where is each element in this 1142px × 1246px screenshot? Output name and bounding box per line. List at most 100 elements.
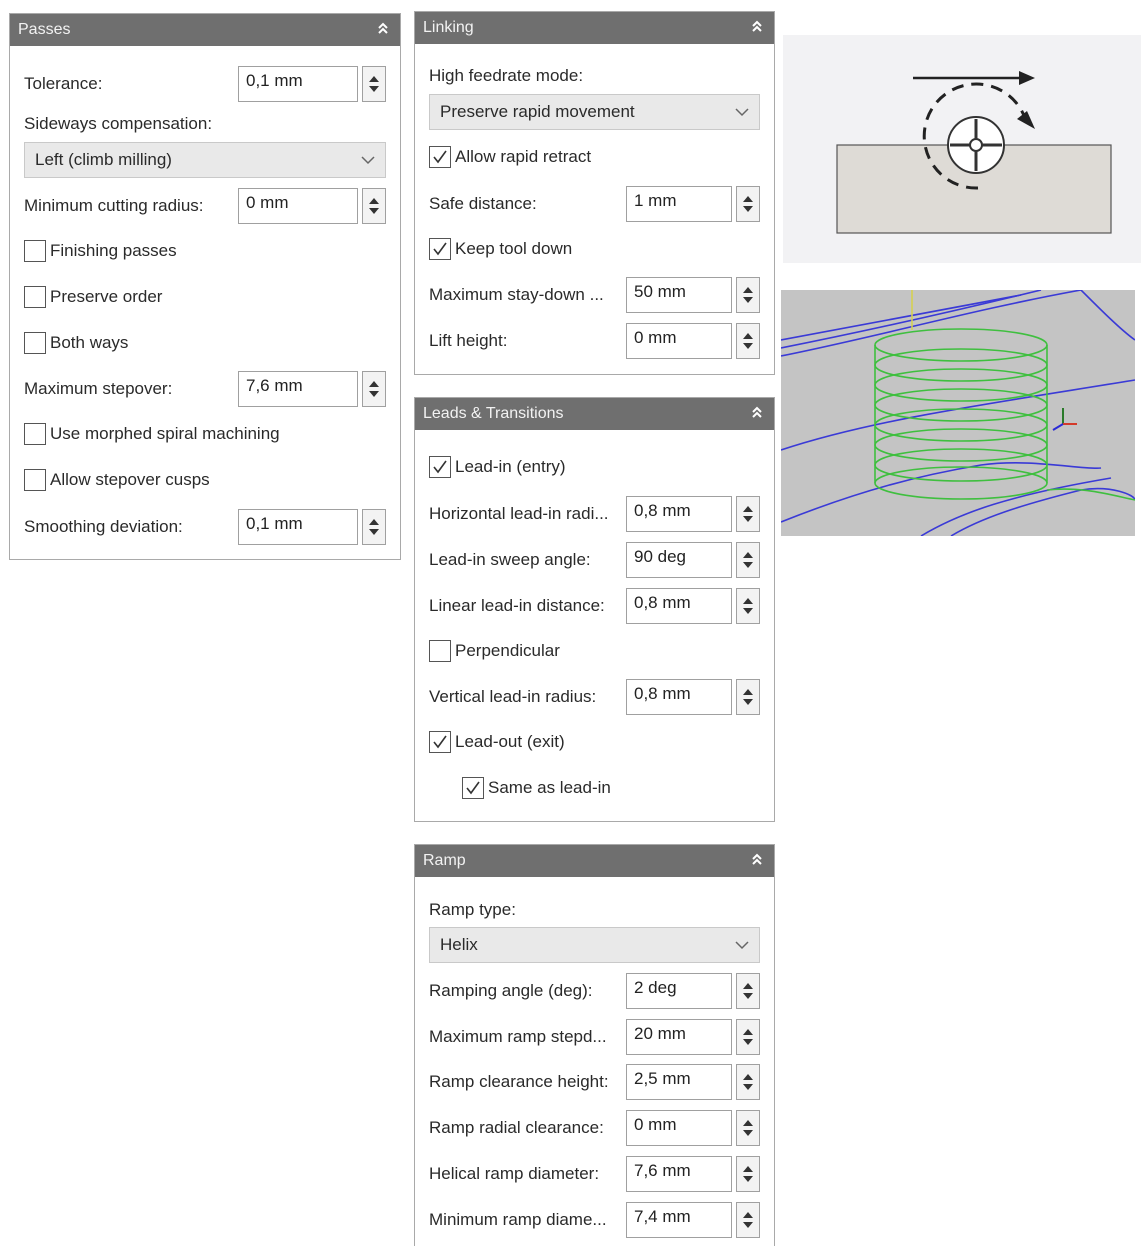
double-chevron-up-icon[interactable]	[750, 12, 764, 44]
perpendicular-checkbox[interactable]	[429, 640, 451, 662]
high-feedrate-row: Preserve rapid movement	[429, 94, 760, 130]
sweep-angle-input[interactable]: 90 deg	[626, 542, 732, 578]
double-chevron-up-icon[interactable]	[750, 398, 764, 430]
high-feedrate-value: Preserve rapid movement	[440, 102, 635, 121]
min-diameter-spin-arrows-icon[interactable]	[736, 1202, 760, 1238]
leads-transitions-panel-header[interactable]: Leads & Transitions	[415, 398, 774, 430]
lead-in-row[interactable]: Lead-in (entry)	[429, 450, 760, 486]
passes-panel-header[interactable]: Passes	[10, 14, 400, 46]
ramp-type-row: Helix	[429, 927, 760, 963]
lead-out-label: Lead-out (exit)	[455, 732, 565, 751]
allow-rapid-retract-label: Allow rapid retract	[455, 147, 592, 166]
keep-tool-down-row[interactable]: Keep tool down	[429, 232, 760, 268]
helical-diameter-input[interactable]: 7,6 mm	[626, 1156, 732, 1192]
clearance-height-spin-arrows-icon[interactable]	[736, 1064, 760, 1100]
keep-tool-down-checkbox[interactable]	[429, 238, 451, 260]
both-ways-checkbox[interactable]	[24, 332, 46, 354]
same-as-lead-in-row[interactable]: Same as lead-in	[462, 771, 760, 807]
same-as-lead-in-checkbox[interactable]	[462, 777, 484, 799]
vertical-radius-spin-arrows-icon[interactable]	[736, 679, 760, 715]
checkmark-icon	[433, 150, 447, 164]
safe-distance-spin-arrows-icon[interactable]	[736, 186, 760, 222]
perpendicular-label: Perpendicular	[455, 641, 560, 660]
smoothing-label: Smoothing deviation:	[24, 517, 183, 536]
morphed-spiral-checkbox[interactable]	[24, 423, 46, 445]
vertical-radius-input[interactable]: 0,8 mm	[626, 679, 732, 715]
max-stepdown-spin-arrows-icon[interactable]	[736, 1019, 760, 1055]
finishing-passes-checkbox[interactable]	[24, 240, 46, 262]
min-cutting-radius-row: Minimum cutting radius: 0 mm	[24, 188, 386, 224]
helical-diameter-spin-arrows-icon[interactable]	[736, 1156, 760, 1192]
clearance-height-label: Ramp clearance height:	[429, 1072, 609, 1091]
ramp-panel-header[interactable]: Ramp	[415, 845, 774, 877]
passes-panel-title: Passes	[18, 21, 71, 38]
horizontal-radius-spin-arrows-icon[interactable]	[736, 496, 760, 532]
lift-height-spin-arrows-icon[interactable]	[736, 323, 760, 359]
stepover-cusps-row[interactable]: Allow stepover cusps	[24, 463, 386, 499]
radial-clearance-spin-arrows-icon[interactable]	[736, 1110, 760, 1146]
safe-distance-input[interactable]: 1 mm	[626, 186, 732, 222]
allow-rapid-retract-row[interactable]: Allow rapid retract	[429, 140, 760, 176]
high-feedrate-label-row: High feedrate mode:	[429, 66, 760, 90]
max-stay-down-input[interactable]: 50 mm	[626, 277, 732, 313]
ramping-angle-input[interactable]: 2 deg	[626, 973, 732, 1009]
high-feedrate-select[interactable]: Preserve rapid movement	[429, 94, 760, 130]
double-chevron-up-icon[interactable]	[376, 14, 390, 46]
tolerance-input[interactable]: 0,1 mm	[238, 66, 358, 102]
same-as-lead-in-label: Same as lead-in	[488, 778, 611, 797]
lead-out-checkbox[interactable]	[429, 731, 451, 753]
both-ways-label: Both ways	[50, 333, 129, 352]
ramp-panel-title: Ramp	[423, 852, 466, 869]
smoothing-input[interactable]: 0,1 mm	[238, 509, 358, 545]
clearance-height-input[interactable]: 2,5 mm	[626, 1064, 732, 1100]
max-stepdown-input[interactable]: 20 mm	[626, 1019, 732, 1055]
linking-panel-header[interactable]: Linking	[415, 12, 774, 44]
radial-clearance-input[interactable]: 0 mm	[626, 1110, 732, 1146]
sideways-compensation-value: Left (climb milling)	[35, 150, 172, 169]
tolerance-spin-arrows-icon[interactable]	[362, 66, 386, 102]
stepover-cusps-checkbox[interactable]	[24, 469, 46, 491]
ramp-type-select[interactable]: Helix	[429, 927, 760, 963]
safe-distance-row: Safe distance: 1 mm	[429, 186, 760, 222]
lead-in-checkbox[interactable]	[429, 456, 451, 478]
lift-height-label: Lift height:	[429, 331, 508, 350]
ramping-angle-spin-arrows-icon[interactable]	[736, 973, 760, 1009]
finishing-passes-row[interactable]: Finishing passes	[24, 234, 386, 270]
linear-distance-input[interactable]: 0,8 mm	[626, 588, 732, 624]
max-stepdown-label: Maximum ramp stepd...	[429, 1027, 607, 1046]
min-cutting-radius-spin-arrows-icon[interactable]	[362, 188, 386, 224]
max-stepover-row: Maximum stepover: 7,6 mm	[24, 371, 386, 407]
leads-transitions-panel-title: Leads & Transitions	[423, 405, 564, 422]
linear-distance-row: Linear lead-in distance: 0,8 mm	[429, 588, 760, 624]
ramp-type-label-row: Ramp type:	[429, 900, 760, 924]
preserve-order-checkbox[interactable]	[24, 286, 46, 308]
helix-ramp-viewport	[781, 290, 1135, 536]
max-stepover-input[interactable]: 7,6 mm	[238, 371, 358, 407]
min-cutting-radius-input[interactable]: 0 mm	[238, 188, 358, 224]
helical-diameter-label: Helical ramp diameter:	[429, 1164, 600, 1183]
max-stepover-spin-arrows-icon[interactable]	[362, 371, 386, 407]
ramp-type-label: Ramp type:	[429, 900, 516, 919]
min-diameter-input[interactable]: 7,4 mm	[626, 1202, 732, 1238]
linking-panel-title: Linking	[423, 19, 474, 36]
allow-rapid-retract-checkbox[interactable]	[429, 146, 451, 168]
sweep-angle-spin-arrows-icon[interactable]	[736, 542, 760, 578]
max-stay-down-spin-arrows-icon[interactable]	[736, 277, 760, 313]
smoothing-row: Smoothing deviation: 0,1 mm	[24, 509, 386, 545]
horizontal-radius-input[interactable]: 0,8 mm	[626, 496, 732, 532]
min-diameter-row: Minimum ramp diame... 7,4 mm	[429, 1202, 760, 1238]
lead-out-row[interactable]: Lead-out (exit)	[429, 725, 760, 761]
both-ways-row[interactable]: Both ways	[24, 326, 386, 362]
lift-height-input[interactable]: 0 mm	[626, 323, 732, 359]
lift-height-row: Lift height: 0 mm	[429, 323, 760, 359]
preserve-order-row[interactable]: Preserve order	[24, 280, 386, 316]
linear-distance-spin-arrows-icon[interactable]	[736, 588, 760, 624]
double-chevron-up-icon[interactable]	[750, 845, 764, 877]
morphed-spiral-row[interactable]: Use morphed spiral machining	[24, 417, 386, 453]
chevron-down-icon	[735, 941, 749, 950]
max-stay-down-row: Maximum stay-down ... 50 mm	[429, 277, 760, 313]
ramp-type-value: Helix	[440, 935, 478, 954]
perpendicular-row[interactable]: Perpendicular	[429, 634, 760, 670]
sideways-compensation-select[interactable]: Left (climb milling)	[24, 142, 386, 178]
smoothing-spin-arrows-icon[interactable]	[362, 509, 386, 545]
